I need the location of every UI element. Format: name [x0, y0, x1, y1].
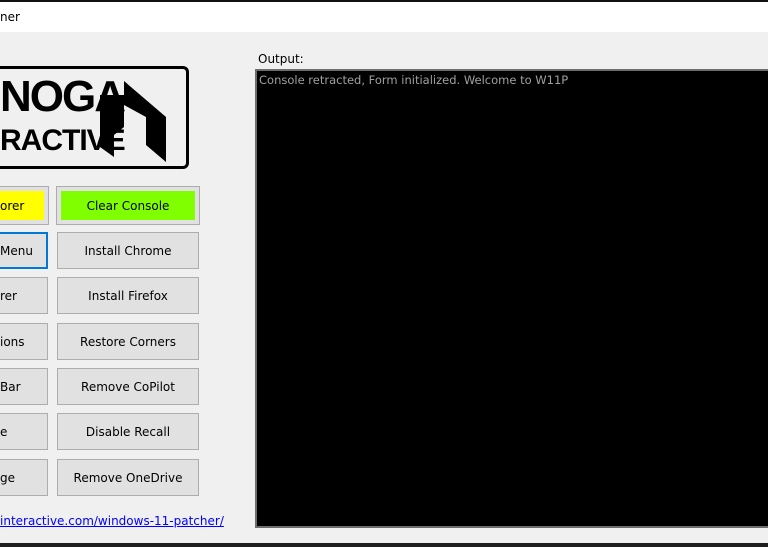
remove-onedrive-button[interactable]: Remove OneDrive	[57, 459, 199, 496]
restore-corners-button[interactable]: Restore Corners	[57, 323, 199, 360]
title-bar: ner	[0, 2, 768, 32]
left-button-4[interactable]: ions	[0, 323, 48, 360]
left-button-6[interactable]: e	[0, 413, 48, 450]
clear-console-button[interactable]: Clear Console	[56, 186, 200, 225]
install-firefox-button[interactable]: Install Firefox	[57, 277, 199, 314]
left-button-3[interactable]: rer	[0, 277, 48, 314]
left-button-2[interactable]: Menu	[0, 232, 48, 269]
output-console[interactable]: Console retracted, Form initialized. Wel…	[255, 69, 768, 528]
window-title: ner	[0, 10, 20, 24]
console-text: Console retracted, Form initialized. Wel…	[259, 73, 569, 87]
left-button-1[interactable]: orer	[0, 186, 49, 225]
left-button-5[interactable]: Bar	[0, 368, 48, 405]
output-label: Output:	[258, 52, 304, 66]
remove-copilot-button[interactable]: Remove CoPilot	[57, 368, 199, 405]
install-chrome-button[interactable]: Install Chrome	[57, 232, 199, 269]
disable-recall-button[interactable]: Disable Recall	[57, 413, 199, 450]
logo-mark-icon	[100, 81, 166, 162]
left-button-7[interactable]: ge	[0, 459, 48, 496]
logo: NOGA RACTIVE	[0, 66, 189, 169]
website-link[interactable]: interactive.com/windows-11-patcher/	[0, 514, 224, 528]
taskbar-edge	[0, 543, 768, 547]
